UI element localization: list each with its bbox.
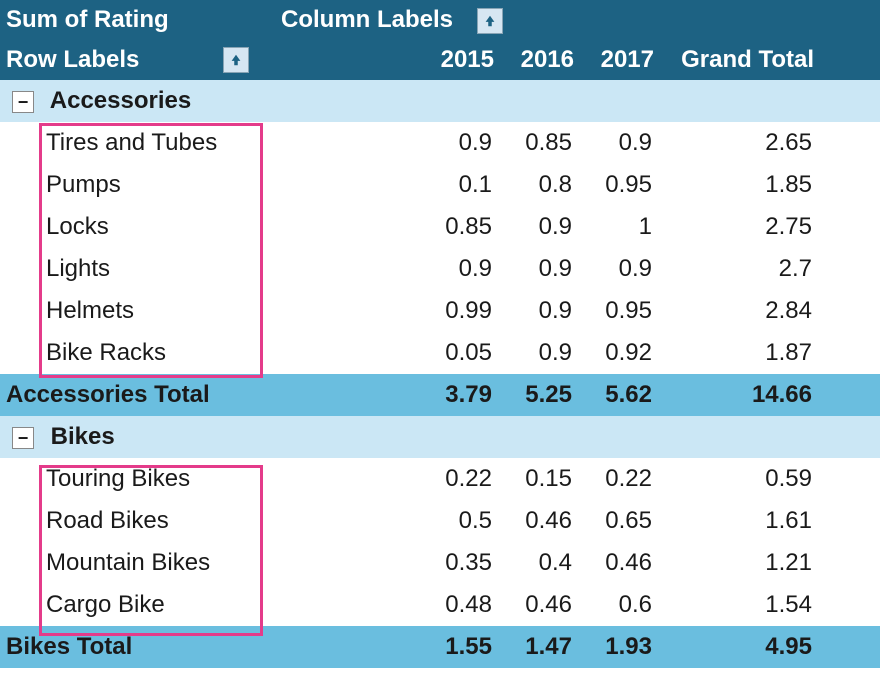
table-row: Mountain Bikes 0.35 0.4 0.46 1.21 xyxy=(0,542,880,584)
cell-value[interactable]: 0.5 xyxy=(420,503,500,539)
table-row: Touring Bikes 0.22 0.15 0.22 0.59 xyxy=(0,458,880,500)
cell-value[interactable]: 14.66 xyxy=(660,377,820,413)
year-header[interactable]: 2015 xyxy=(420,42,500,78)
grand-total-header[interactable]: Grand Total xyxy=(660,42,820,78)
cell-value[interactable]: 0.85 xyxy=(500,125,580,161)
cell-value[interactable]: 1.21 xyxy=(660,545,820,581)
cell-value[interactable]: 0.95 xyxy=(580,293,660,329)
item-label[interactable]: Touring Bikes xyxy=(0,461,275,497)
cell-value[interactable]: 1.47 xyxy=(500,629,580,665)
cell-value[interactable]: 0.9 xyxy=(500,209,580,245)
cell-value[interactable]: 0.4 xyxy=(500,545,580,581)
header-row-1: Sum of Rating Column Labels xyxy=(0,0,880,40)
pivot-table: Sum of Rating Column Labels Row Labels 2… xyxy=(0,0,880,668)
cell-value[interactable]: 1 xyxy=(580,209,660,245)
row-labels-title: Row Labels xyxy=(6,46,139,74)
cell-value[interactable]: 0.85 xyxy=(420,209,500,245)
group-total-label: Bikes Total xyxy=(0,629,275,665)
item-label[interactable]: Cargo Bike xyxy=(0,587,275,623)
cell-value[interactable]: 0.95 xyxy=(580,167,660,203)
sort-columns-button[interactable] xyxy=(477,8,503,34)
item-label[interactable]: Locks xyxy=(0,209,275,245)
cell-value[interactable]: 2.65 xyxy=(660,125,820,161)
cell-value[interactable]: 0.22 xyxy=(580,461,660,497)
item-label[interactable]: Road Bikes xyxy=(0,503,275,539)
cell-value[interactable]: 0.6 xyxy=(580,587,660,623)
cell-value[interactable]: 5.62 xyxy=(580,377,660,413)
cell-value[interactable]: 0.9 xyxy=(420,125,500,161)
cell-value[interactable]: 1.61 xyxy=(660,503,820,539)
year-header[interactable]: 2016 xyxy=(500,42,580,78)
table-row: Cargo Bike 0.48 0.46 0.6 1.54 xyxy=(0,584,880,626)
measure-title: Sum of Rating xyxy=(0,2,275,38)
group-name: Bikes xyxy=(51,423,115,450)
cell-value[interactable]: 0.99 xyxy=(420,293,500,329)
cell-value[interactable]: 0.46 xyxy=(500,503,580,539)
row-labels-title-cell: Row Labels xyxy=(0,42,275,78)
cell-value[interactable]: 0.1 xyxy=(420,167,500,203)
group-header[interactable]: − Bikes xyxy=(0,416,880,458)
group-total-label: Accessories Total xyxy=(0,377,275,413)
item-label[interactable]: Helmets xyxy=(0,293,275,329)
table-row: Locks 0.85 0.9 1 2.75 xyxy=(0,206,880,248)
cell-value[interactable]: 0.65 xyxy=(580,503,660,539)
group-header[interactable]: − Accessories xyxy=(0,80,880,122)
collapse-button[interactable]: − xyxy=(12,91,34,113)
cell-value[interactable]: 1.87 xyxy=(660,335,820,371)
cell-value[interactable]: 1.93 xyxy=(580,629,660,665)
cell-value[interactable]: 0.46 xyxy=(580,545,660,581)
item-label[interactable]: Mountain Bikes xyxy=(0,545,275,581)
group-name: Accessories xyxy=(50,87,191,114)
cell-value[interactable]: 0.9 xyxy=(580,251,660,287)
year-header[interactable]: 2017 xyxy=(580,42,660,78)
cell-value[interactable]: 5.25 xyxy=(500,377,580,413)
cell-value[interactable]: 2.75 xyxy=(660,209,820,245)
item-label[interactable]: Pumps xyxy=(0,167,275,203)
cell-value[interactable]: 1.54 xyxy=(660,587,820,623)
item-label[interactable]: Tires and Tubes xyxy=(0,125,275,161)
cell-value[interactable]: 0.9 xyxy=(500,251,580,287)
cell-value[interactable]: 0.9 xyxy=(500,335,580,371)
cell-value[interactable]: 0.46 xyxy=(500,587,580,623)
cell-value[interactable]: 0.22 xyxy=(420,461,500,497)
sort-columns-button-wrap xyxy=(459,2,509,38)
table-row: Road Bikes 0.5 0.46 0.65 1.61 xyxy=(0,500,880,542)
cell-value[interactable]: 2.7 xyxy=(660,251,820,287)
cell-value[interactable]: 0.59 xyxy=(660,461,820,497)
cell-value[interactable]: 3.79 xyxy=(420,377,500,413)
cell-value[interactable]: 0.9 xyxy=(500,293,580,329)
collapse-button[interactable]: − xyxy=(12,427,34,449)
cell-value[interactable]: 2.84 xyxy=(660,293,820,329)
table-row: Pumps 0.1 0.8 0.95 1.85 xyxy=(0,164,880,206)
cell-value[interactable]: 4.95 xyxy=(660,629,820,665)
table-row: Lights 0.9 0.9 0.9 2.7 xyxy=(0,248,880,290)
cell-value[interactable]: 0.35 xyxy=(420,545,500,581)
cell-value[interactable]: 1.85 xyxy=(660,167,820,203)
arrow-up-icon xyxy=(229,53,243,67)
cell-value[interactable]: 0.15 xyxy=(500,461,580,497)
column-labels-title: Column Labels xyxy=(275,2,459,38)
cell-value[interactable]: 0.9 xyxy=(420,251,500,287)
cell-value[interactable]: 0.05 xyxy=(420,335,500,371)
cell-value[interactable]: 0.8 xyxy=(500,167,580,203)
sort-rows-button[interactable] xyxy=(223,47,249,73)
arrow-up-icon xyxy=(483,14,497,28)
cell-value[interactable]: 0.9 xyxy=(580,125,660,161)
group-total-row: Bikes Total 1.55 1.47 1.93 4.95 xyxy=(0,626,880,668)
cell-value[interactable]: 0.92 xyxy=(580,335,660,371)
item-label[interactable]: Lights xyxy=(0,251,275,287)
header-row-2: Row Labels 2015 2016 2017 Grand Total xyxy=(0,40,880,80)
table-row: Tires and Tubes 0.9 0.85 0.9 2.65 xyxy=(0,122,880,164)
group-total-row: Accessories Total 3.79 5.25 5.62 14.66 xyxy=(0,374,880,416)
table-row: Helmets 0.99 0.9 0.95 2.84 xyxy=(0,290,880,332)
cell-value[interactable]: 0.48 xyxy=(420,587,500,623)
item-label[interactable]: Bike Racks xyxy=(0,335,275,371)
cell-value[interactable]: 1.55 xyxy=(420,629,500,665)
table-row: Bike Racks 0.05 0.9 0.92 1.87 xyxy=(0,332,880,374)
